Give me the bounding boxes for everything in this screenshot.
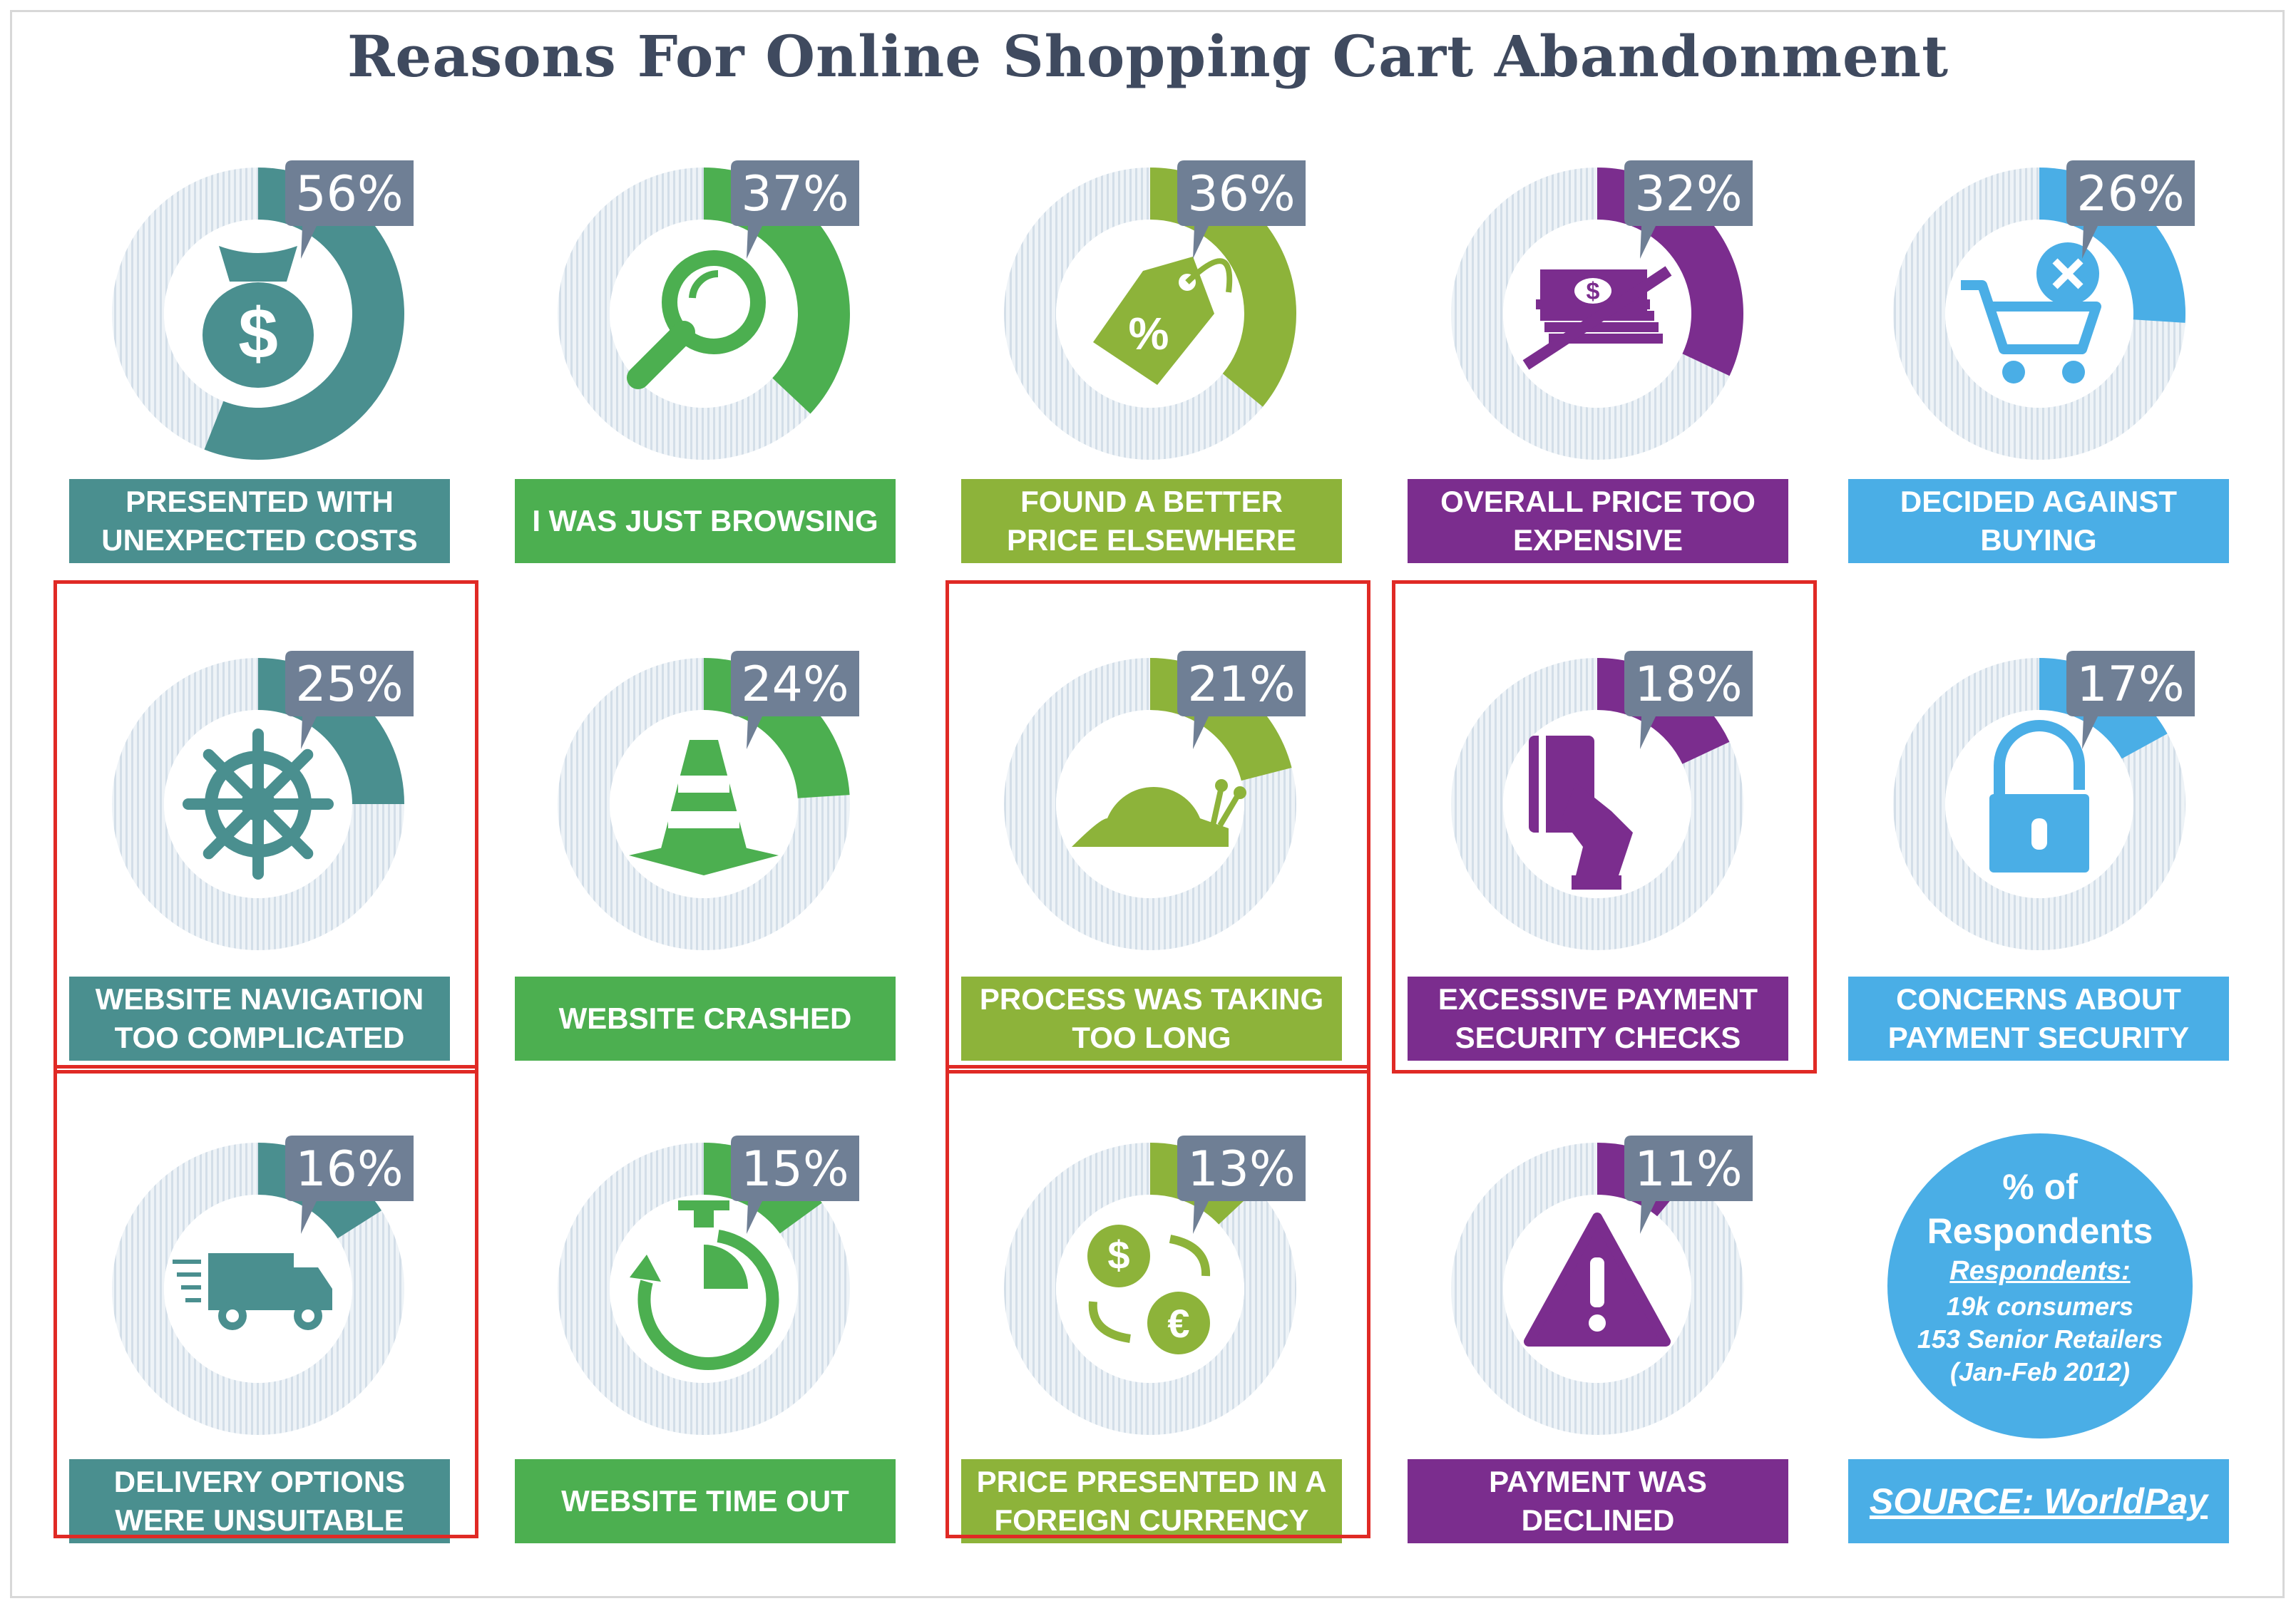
svg-text:$: $	[1587, 278, 1600, 305]
legend-line: 153 Senior Retailers	[1917, 1324, 2163, 1354]
category-label: WEBSITE TIME OUT	[515, 1459, 896, 1543]
legend-respondents-heading: Respondents:	[1949, 1256, 2131, 1286]
donut-group: $56%	[112, 160, 414, 460]
value-label: 26%	[2076, 166, 2184, 222]
respondents-legend: % of Respondents Respondents: 19k consum…	[1887, 1133, 2193, 1438]
category-label: OVERALL PRICE TOO EXPENSIVE	[1408, 479, 1788, 563]
category-label: CONCERNS ABOUT PAYMENT SECURITY	[1848, 977, 2229, 1061]
donut-group: 11%	[1451, 1136, 1753, 1435]
donut-group: 17%	[1893, 651, 2195, 950]
value-label: 36%	[1187, 166, 1295, 222]
legend-title: % of Respondents	[1927, 1167, 2153, 1251]
highlight-box	[945, 580, 1370, 1074]
source-link[interactable]: SOURCE: WorldPay	[1848, 1459, 2229, 1543]
category-label: PAYMENT WAS DECLINED	[1408, 1459, 1788, 1543]
value-label: 11%	[1634, 1141, 1742, 1198]
value-label: 24%	[741, 657, 849, 713]
donut-group: 24%	[558, 651, 859, 950]
highlight-box	[945, 1065, 1370, 1538]
svg-text:%: %	[1129, 308, 1169, 359]
legend-line: (Jan-Feb 2012)	[1949, 1357, 2131, 1386]
category-label: PRESENTED WITH UNEXPECTED COSTS	[69, 479, 450, 563]
category-label: DECIDED AGAINST BUYING	[1848, 479, 2229, 563]
legend-line: 19k consumers	[1946, 1292, 2134, 1321]
donut-group: 37%	[558, 160, 859, 460]
category-label: I WAS JUST BROWSING	[515, 479, 896, 563]
category-label: WEBSITE CRASHED	[515, 977, 896, 1061]
value-label: 15%	[741, 1141, 849, 1198]
category-label: FOUND A BETTER PRICE ELSEWHERE	[961, 479, 1342, 563]
highlight-box	[53, 1065, 478, 1538]
value-label: 32%	[1634, 166, 1742, 222]
donut-group: $32%	[1451, 160, 1753, 460]
value-label: 17%	[2076, 657, 2184, 713]
donut-group: 26%	[1893, 160, 2195, 460]
svg-text:$: $	[238, 294, 278, 374]
value-label: 37%	[741, 166, 849, 222]
donut-group: 15%	[558, 1136, 859, 1435]
highlight-box	[53, 580, 478, 1074]
highlight-box	[1392, 580, 1817, 1074]
donut-group: % 36%	[1004, 160, 1306, 460]
value-label: 56%	[295, 166, 403, 222]
